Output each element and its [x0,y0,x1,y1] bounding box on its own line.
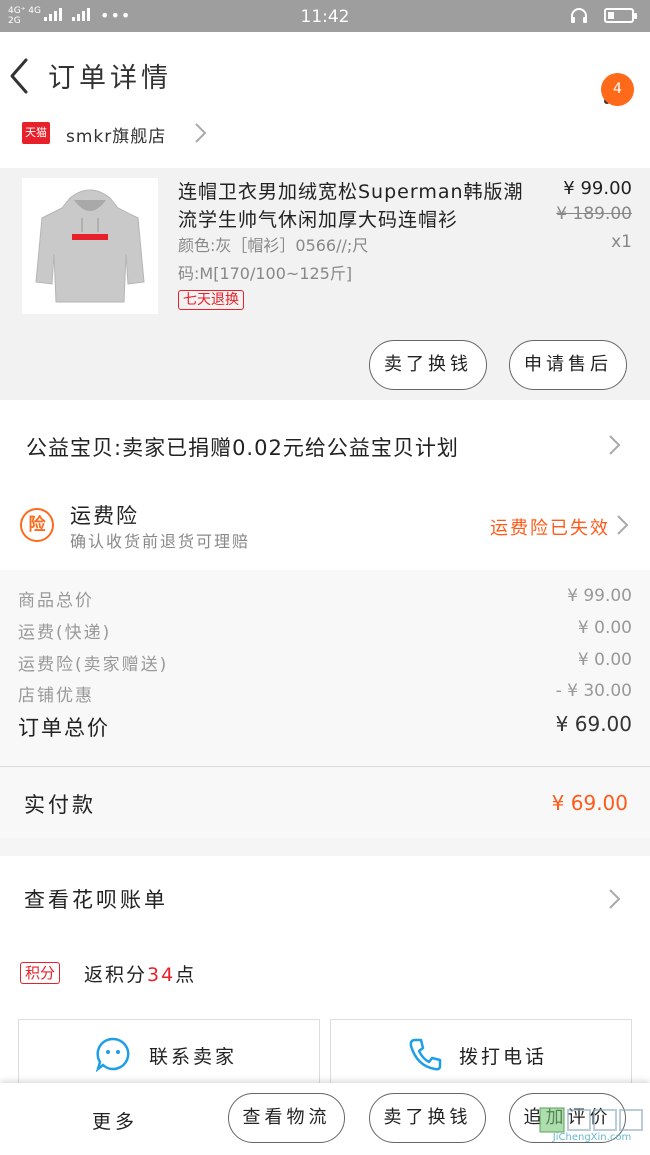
product-quantity: x1 [611,232,632,252]
original-price: ¥ 189.00 [556,204,632,224]
insurance-status: 运费险已失效 [490,518,610,539]
product-sku: 颜色:灰［帽衫］0566//;尺码:M[170/100~125斤] [178,236,369,283]
summary-label: 运费险(卖家赠送) [18,655,169,675]
shop-name: smkr旗舰店 [66,127,167,147]
payment-label: 实付款 [24,793,96,817]
product-title: 连帽卫衣男加绒宽松Superman韩版潮流学生帅气休闲加厚大码连帽衫 [178,181,524,231]
charity-row[interactable]: 公益宝贝:卖家已捐赠0.02元给公益宝贝计划 [0,400,650,490]
summary-value: - ¥ 30.00 [555,681,632,701]
points-prefix: 返积分 [84,964,148,986]
summary-label: 店铺优惠 [18,686,94,706]
summary-value: ¥ 0.00 [577,618,632,638]
shop-row[interactable]: 天猫 smkr旗舰店 [0,120,650,168]
after-sales-button[interactable]: 申请售后 [509,340,627,390]
watermark-text: JiChengXin.com [552,1132,632,1143]
points-row: 积分 返积分34点 [0,940,650,1000]
shipping-insurance-row[interactable]: 险 运费险 确认收货前退货可理赔 运费险已失效 [0,490,650,570]
return-policy-tag: 七天退换 [178,290,244,310]
chevron-right-icon [617,515,629,535]
battery-icon [604,8,637,23]
headset-icon [571,8,587,23]
huabei-bill-row[interactable]: 查看花呗账单 [0,856,650,940]
insurance-subtitle: 确认收货前退货可理赔 [70,532,251,551]
points-tag: 积分 [20,962,61,984]
order-total-value: ¥ 69.00 [555,712,632,736]
product-image[interactable] [22,178,158,314]
view-logistics-button[interactable]: 查看物流 [228,1093,345,1143]
status-bar: 4G⁺ 4G 2G ••• 11:42 [0,0,650,32]
payment-value: ¥ 69.00 [551,791,628,815]
summary-label: 商品总价 [18,591,94,611]
price-summary: 商品总价 ¥ 99.00 运费(快递) ¥ 0.00 运费险(卖家赠送) ¥ 0… [0,570,650,766]
points-number: 34 [147,964,176,986]
tmall-logo-icon: 天猫 [22,122,50,144]
sell-button[interactable]: 卖了换钱 [369,340,487,390]
points-suffix: 点 [175,964,197,986]
product-price: ¥ 99.00 [563,178,632,199]
call-phone-label: 拨打电话 [459,1046,548,1068]
insurance-icon: 险 [20,508,54,542]
points-text: 返积分34点 [84,960,196,987]
summary-row: 商品总价 ¥ 99.00 [0,586,650,617]
chat-icon [95,1037,130,1072]
message-badge[interactable]: 4 [601,73,634,106]
chevron-right-icon [195,123,207,143]
phone-icon [409,1038,442,1071]
summary-label: 运费(快递) [18,623,112,643]
summary-row: 店铺优惠 - ¥ 30.00 [0,681,650,712]
actual-payment-row: 实付款 ¥ 69.00 [0,766,650,838]
summary-value: ¥ 99.00 [567,586,632,606]
summary-row: 运费(快递) ¥ 0.00 [0,618,650,649]
chevron-right-icon [609,889,621,909]
summary-row: 运费险(卖家赠送) ¥ 0.00 [0,650,650,681]
nav-header: 订单详情 4 [0,32,650,120]
charity-text: 公益宝贝:卖家已捐赠0.02元给公益宝贝计划 [26,436,459,460]
order-total-label: 订单总价 [18,716,110,740]
summary-value: ¥ 0.00 [577,650,632,670]
page-title: 订单详情 [48,63,172,94]
sell-button-bottom[interactable]: 卖了换钱 [369,1093,486,1143]
site-watermark: JiChengXin.com [536,1106,648,1150]
huabei-text: 查看花呗账单 [24,888,168,912]
call-phone-button[interactable]: 拨打电话 [330,1019,632,1089]
clock: 11:42 [300,7,350,27]
chevron-right-icon [609,435,621,455]
contact-seller-label: 联系卖家 [149,1046,238,1068]
watermark-logo-icon [539,1107,643,1133]
hoodie-image [35,189,145,303]
back-arrow-icon[interactable] [6,56,36,96]
contact-section: 联系卖家 拨打电话 [0,1000,650,1089]
contact-seller-button[interactable]: 联系卖家 [18,1019,320,1089]
order-total-row: 订单总价 ¥ 69.00 [0,712,650,743]
product-card[interactable]: 连帽卫衣男加绒宽松Superman韩版潮流学生帅气休闲加厚大码连帽衫 颜色:灰［… [0,168,650,400]
more-button[interactable]: 更多 [92,1107,138,1134]
insurance-title: 运费险 [70,504,139,528]
